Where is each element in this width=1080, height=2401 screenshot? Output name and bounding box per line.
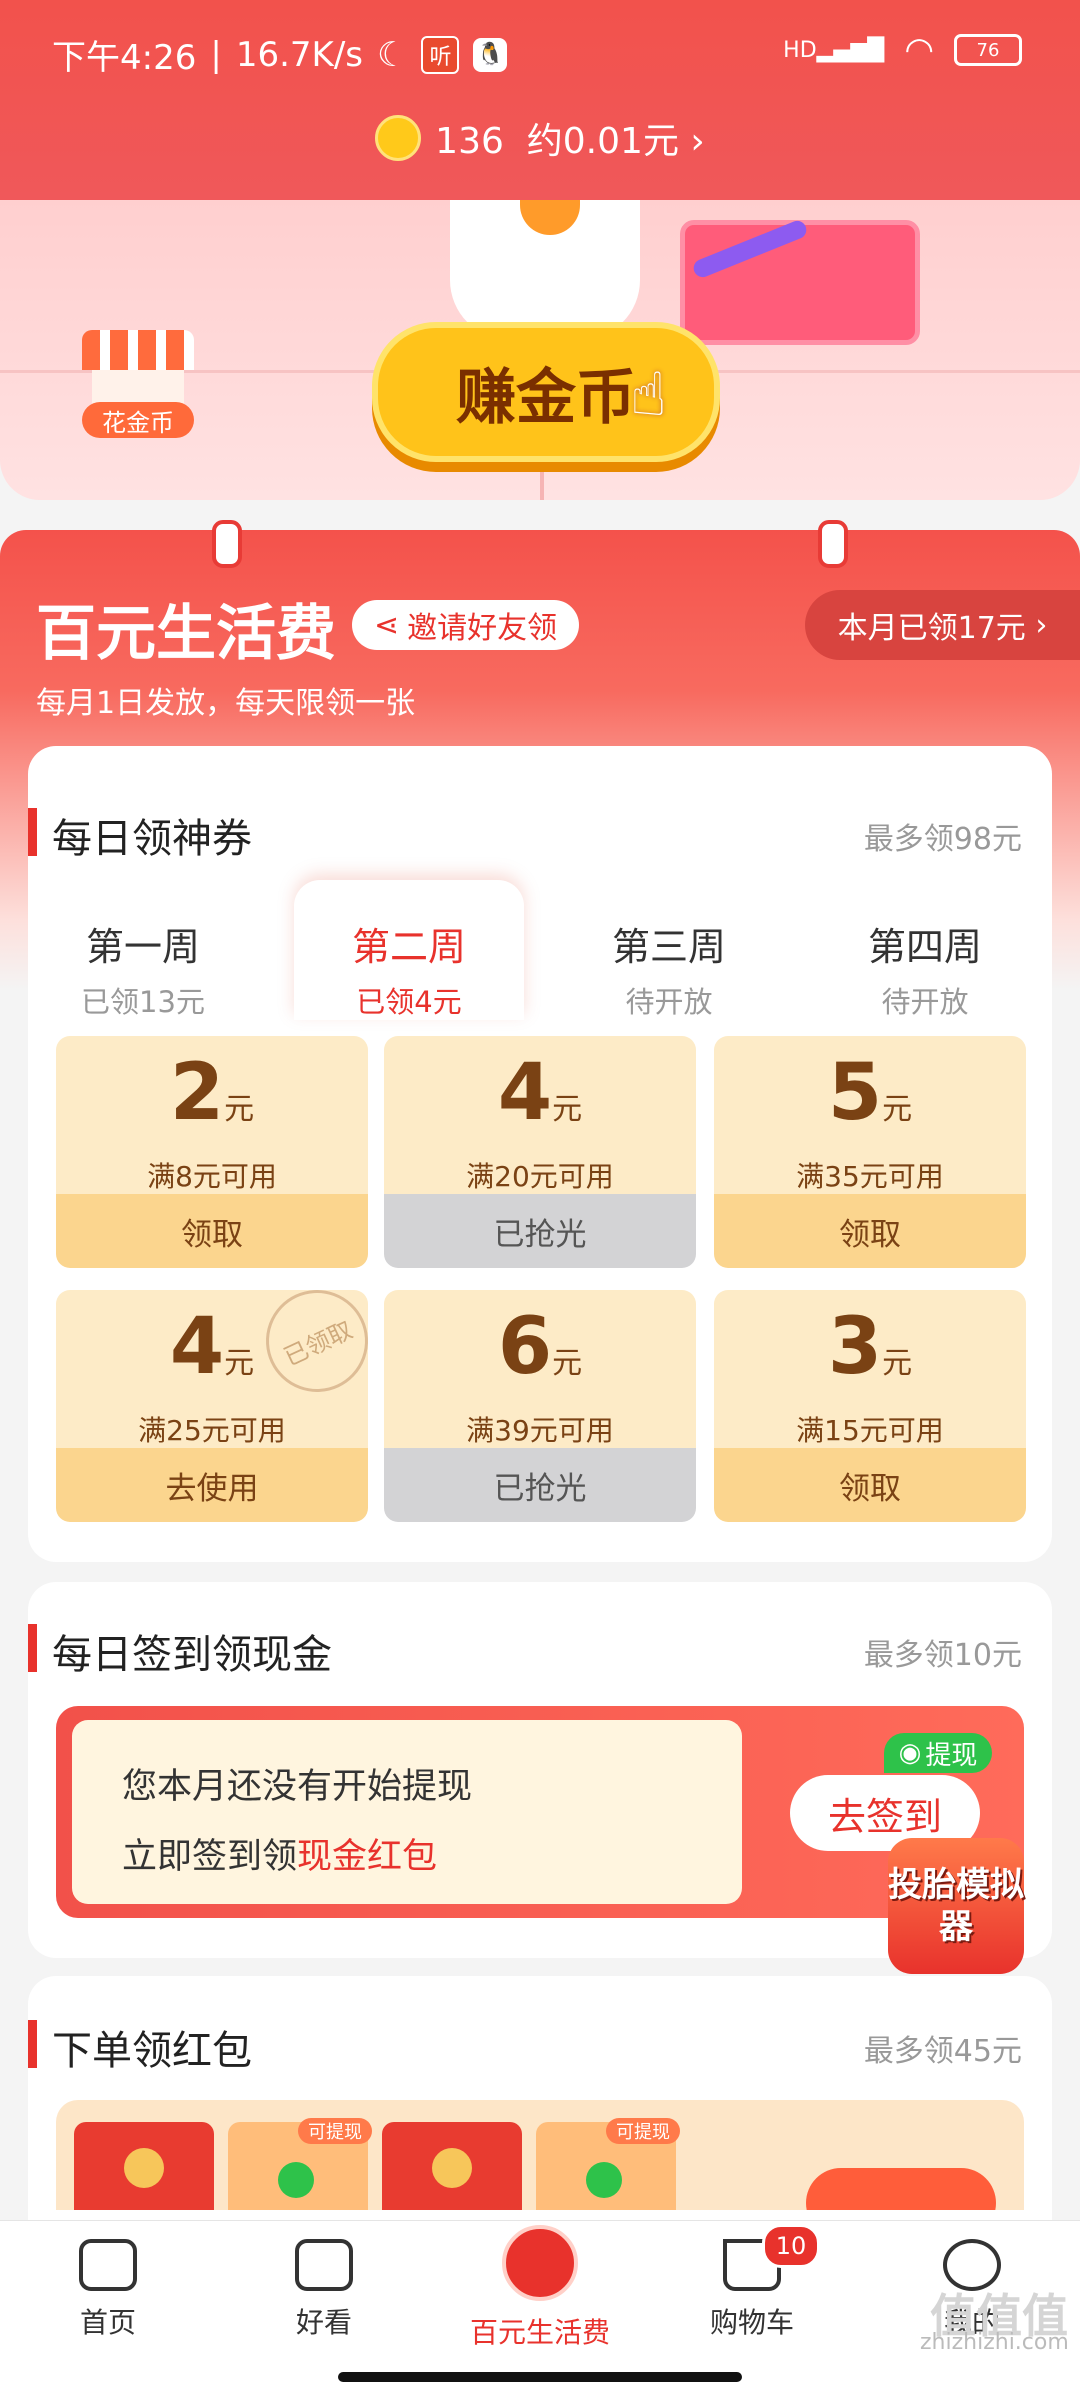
wechat-withdraw-tag: ◉ 提现 bbox=[884, 1733, 992, 1773]
moon-icon: ☾ bbox=[377, 34, 408, 75]
invite-friends-button[interactable]: ⋖ 邀请好友领 bbox=[352, 600, 580, 650]
week-tabs: 第一周 已领13元 第二周 已领4元 第三周 待开放 第四周 待开放 bbox=[28, 880, 1052, 1020]
nav-home[interactable]: 首页 bbox=[28, 2239, 188, 2341]
use-coupon-button[interactable]: 去使用 bbox=[56, 1448, 368, 1522]
wechat-icon: ◉ bbox=[898, 1738, 922, 1768]
living-fund-subtitle: 每月1日发放，每天限领一张 bbox=[36, 686, 416, 721]
coin-balance[interactable]: 136 约0.01元 › bbox=[0, 112, 1080, 164]
section-title: 每日签到领现金 bbox=[52, 1632, 332, 1678]
cash-envelope-icon: 可提现 bbox=[228, 2118, 372, 2210]
chevron-right-icon: › bbox=[1035, 607, 1048, 643]
sign-prompt-text: 立即签到领现金红包 bbox=[122, 1837, 438, 1877]
redpack-strip: 可提现 可提现 bbox=[56, 2100, 1024, 2210]
battery-icon: 76 bbox=[954, 34, 1022, 66]
sign-status-text: 您本月还没有开始提现 bbox=[122, 1767, 473, 1807]
section-max: 最多领98元 bbox=[863, 822, 1022, 857]
shop-icon bbox=[82, 330, 194, 370]
home-indicator[interactable] bbox=[338, 2372, 742, 2382]
claim-coupon-button[interactable]: 领取 bbox=[714, 1448, 1026, 1522]
month-received-button[interactable]: 本月已领17元 › bbox=[805, 590, 1080, 660]
spend-coins-button[interactable]: 花金币 bbox=[82, 330, 194, 440]
tab-week-1[interactable]: 第一周 已领13元 bbox=[28, 880, 258, 1020]
red-envelope-icon bbox=[382, 2122, 522, 2210]
claim-coupon-button[interactable]: 领取 bbox=[56, 1194, 368, 1268]
basket-icon bbox=[680, 220, 920, 345]
status-bar: 下午4:26 | 16.7K/s ☾ 听 🐧 HD▂▄▆█ ◠ 76 bbox=[0, 0, 1080, 105]
share-icon: ⋖ bbox=[374, 607, 400, 643]
pin-icon bbox=[818, 520, 848, 568]
watermark-text: zhizhizhi.com bbox=[920, 2330, 1069, 2355]
tab-week-4[interactable]: 第四周 待开放 bbox=[810, 880, 1040, 1020]
sold-out-button: 已抢光 bbox=[384, 1194, 696, 1268]
section-max: 最多领45元 bbox=[863, 2034, 1022, 2069]
cash-envelope-icon: 可提现 bbox=[536, 2118, 680, 2210]
living-fund-title: 百元生活费 bbox=[36, 599, 336, 669]
video-icon bbox=[295, 2239, 353, 2291]
cart-count-badge: 10 bbox=[762, 2224, 820, 2268]
coupon-card: 4元 满25元可用 已领取 去使用 bbox=[56, 1273, 385, 1522]
order-redpack-button[interactable] bbox=[806, 2168, 996, 2210]
coupon-card: 5元 满35元可用 领取 bbox=[714, 1036, 1026, 1268]
nav-living-fund[interactable]: 百元生活费 bbox=[460, 2225, 620, 2351]
wifi-icon: ◠ bbox=[904, 30, 934, 70]
pin-icon bbox=[212, 520, 242, 568]
floating-game-button[interactable]: 投胎模拟器 bbox=[888, 1838, 1024, 1974]
nav-watch[interactable]: 好看 bbox=[244, 2239, 404, 2341]
home-icon bbox=[79, 2239, 137, 2291]
coin-icon bbox=[375, 115, 422, 161]
coupon-card: 2元 满8元可用 领取 bbox=[56, 1036, 368, 1268]
coupon-card: 3元 满15元可用 领取 bbox=[714, 1290, 1026, 1522]
coupon-card: 4元 满20元可用 已抢光 bbox=[384, 1036, 696, 1268]
signal-icon: HD▂▄▆█ bbox=[783, 37, 885, 63]
section-max: 最多领10元 bbox=[863, 1638, 1022, 1673]
section-title: 下单领红包 bbox=[52, 2028, 252, 2074]
red-envelope-icon bbox=[74, 2122, 214, 2210]
living-fund-icon bbox=[502, 2225, 578, 2301]
tab-week-3[interactable]: 第三周 待开放 bbox=[554, 880, 784, 1020]
coupon-card: 6元 满39元可用 已抢光 bbox=[384, 1290, 696, 1522]
listen-app-icon: 听 bbox=[421, 35, 460, 74]
status-net-speed: 16.7K/s bbox=[235, 34, 363, 75]
claim-coupon-button[interactable]: 领取 bbox=[714, 1194, 1026, 1268]
section-title: 每日领神券 bbox=[52, 816, 252, 862]
qq-icon: 🐧 bbox=[473, 37, 508, 72]
tab-week-2[interactable]: 第二周 已领4元 bbox=[294, 880, 524, 1020]
pointer-hand-icon: ☝ bbox=[630, 360, 667, 430]
chevron-right-icon: › bbox=[690, 121, 705, 162]
sold-out-button: 已抢光 bbox=[384, 1448, 696, 1522]
status-time: 下午4:26 bbox=[52, 38, 197, 78]
